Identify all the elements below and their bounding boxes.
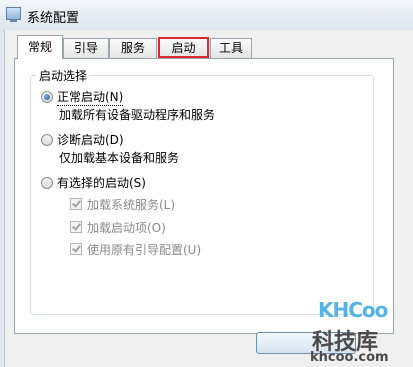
- selective-startup-radio[interactable]: [41, 177, 53, 189]
- normal-startup-radio[interactable]: [41, 91, 53, 103]
- normal-startup-description: 加载所有设备驱动程序和服务: [59, 108, 216, 122]
- diagnostic-startup-description: 仅加载基本设备和服务: [59, 151, 180, 165]
- system-config-icon: [6, 7, 21, 22]
- tab-boot[interactable]: 引导: [63, 38, 109, 58]
- diagnostic-startup-label[interactable]: 诊断启动(D): [57, 131, 124, 148]
- normal-startup-label[interactable]: 正常启动(N): [57, 88, 124, 106]
- diagnostic-startup-radio[interactable]: [41, 134, 53, 146]
- ok-button[interactable]: [256, 332, 356, 354]
- load-system-services-checkbox[interactable]: [70, 198, 82, 210]
- selective-startup-label[interactable]: 有选择的启动(S): [57, 174, 146, 191]
- load-system-services-label[interactable]: 加载系统服务(L): [87, 196, 175, 213]
- use-original-boot-config-checkbox[interactable]: [70, 243, 82, 255]
- use-original-boot-config-label[interactable]: 使用原有引导配置(U): [87, 241, 201, 258]
- tab-startup[interactable]: 启动: [158, 37, 209, 58]
- load-startup-items-label[interactable]: 加载启动项(O): [87, 219, 166, 236]
- tab-general[interactable]: 常规: [17, 35, 63, 59]
- tab-tools[interactable]: 工具: [210, 38, 252, 58]
- title-bar: 系统配置: [0, 0, 413, 30]
- load-startup-items-checkbox[interactable]: [70, 221, 82, 233]
- startup-selection-label: 启动选择: [36, 67, 91, 84]
- tab-services[interactable]: 服务: [109, 38, 157, 58]
- window-title: 系统配置: [27, 11, 80, 26]
